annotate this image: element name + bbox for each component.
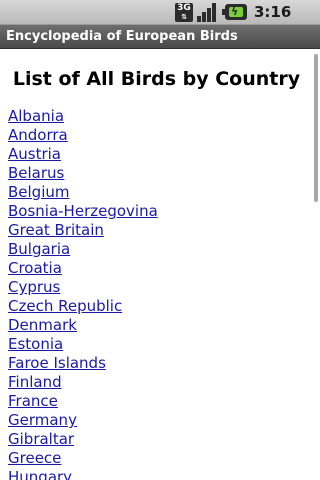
3g-network-icon: 3G ⇅ bbox=[175, 3, 193, 22]
country-link[interactable]: Andorra bbox=[8, 126, 158, 145]
country-link[interactable]: Czech Republic bbox=[8, 297, 158, 316]
scrollbar[interactable] bbox=[314, 54, 318, 202]
country-link[interactable]: Bosnia-Herzegovina bbox=[8, 202, 158, 221]
country-link[interactable]: Albania bbox=[8, 107, 158, 126]
country-link[interactable]: Faroe Islands bbox=[8, 354, 158, 373]
country-list: Albania Andorra Austria Belarus Belgium Bosni… bbox=[8, 107, 158, 480]
signal-strength-icon bbox=[197, 3, 221, 22]
status-time: 3:16 PM bbox=[254, 3, 292, 40]
status-bar: 3G ⇅ ϟ 3:16 PM bbox=[0, 0, 320, 40]
page-content[interactable]: List of All Birds by Country Albania Ando… bbox=[0, 49, 320, 480]
country-link[interactable]: Bulgaria bbox=[8, 240, 158, 259]
country-link[interactable]: Greece bbox=[8, 449, 158, 468]
country-link[interactable]: Cyprus bbox=[8, 278, 158, 297]
country-link[interactable]: France bbox=[8, 392, 158, 411]
country-link[interactable]: Germany bbox=[8, 411, 158, 430]
country-link[interactable]: Croatia bbox=[8, 259, 158, 278]
app-title: Encyclopedia of European Birds bbox=[6, 29, 238, 44]
network-type-label: 3G bbox=[177, 3, 191, 13]
country-link[interactable]: Gibraltar bbox=[8, 430, 158, 449]
country-link[interactable]: Finland bbox=[8, 373, 158, 392]
country-link[interactable]: Belgium bbox=[8, 183, 158, 202]
country-link[interactable]: Estonia bbox=[8, 335, 158, 354]
page-heading: List of All Birds by Country bbox=[12, 68, 301, 90]
country-link[interactable]: Austria bbox=[8, 145, 158, 164]
country-link[interactable]: Great Britain bbox=[8, 221, 158, 240]
app-title-bar: Encyclopedia of European Birds bbox=[0, 25, 320, 49]
battery-charging-icon: ϟ bbox=[222, 4, 247, 20]
country-link[interactable]: Hungary bbox=[8, 468, 158, 480]
country-link[interactable]: Denmark bbox=[8, 316, 158, 335]
country-link[interactable]: Belarus bbox=[8, 164, 158, 183]
